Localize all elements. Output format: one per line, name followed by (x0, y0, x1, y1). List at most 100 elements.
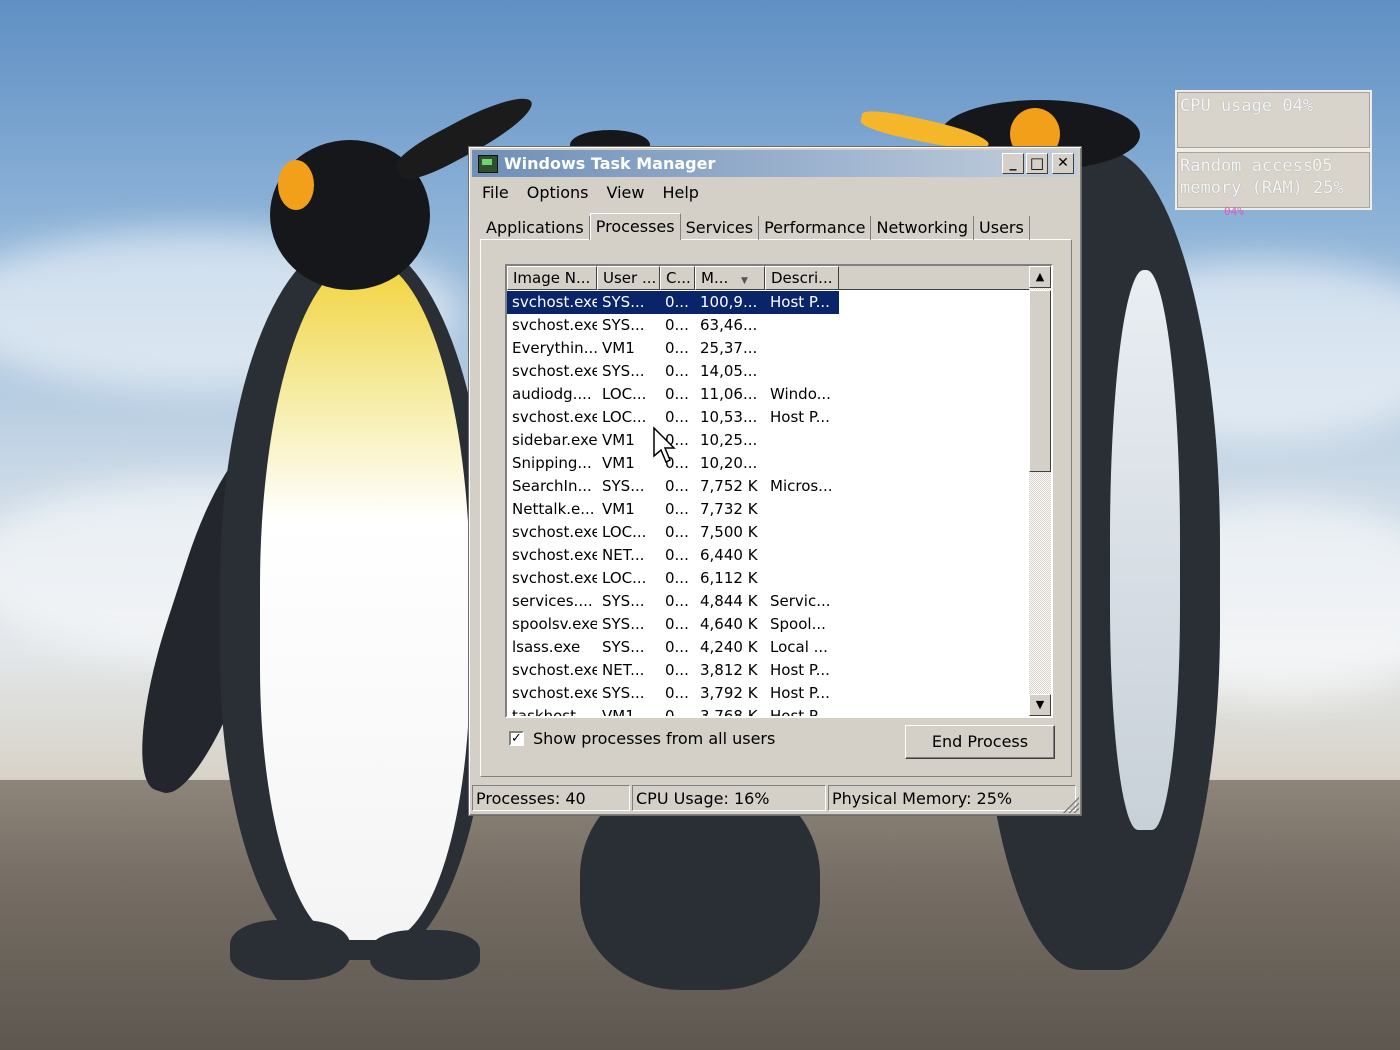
cell-cpu: 0... (665, 661, 689, 679)
cell-description (765, 521, 839, 544)
cell-image-name: svchost.exe (507, 291, 597, 314)
cell-memory: 10,25... (700, 431, 758, 449)
show-all-users-option[interactable]: ✓ Show processes from all users (509, 729, 775, 748)
cell-image-name: svchost.exe (512, 684, 597, 702)
cell-cpu: 0... (665, 707, 689, 718)
cell-image-name: spoolsv.exe (512, 615, 597, 633)
menu-help[interactable]: Help (653, 183, 707, 202)
show-all-users-checkbox[interactable]: ✓ (509, 731, 524, 746)
table-row[interactable]: SearchIn... SYS... 0... 7,752 K Micros... (507, 475, 1029, 498)
header-filler (839, 266, 1051, 290)
table-row[interactable]: Nettalk.e... VM1 0... 7,732 K (507, 498, 1029, 521)
tab-users[interactable]: Users (974, 216, 1030, 240)
cell-user-name: VM1 (602, 500, 635, 518)
tab-services[interactable]: Services (681, 216, 760, 240)
cell-description: Host P... (770, 684, 830, 702)
scroll-up-button[interactable]: ▲ (1029, 266, 1051, 288)
column-cpu[interactable]: C... (660, 266, 695, 290)
cell-image-name: svchost.exe (512, 362, 597, 380)
cell-description: Windo... (770, 385, 831, 403)
column-memory[interactable]: M... ▼ (695, 266, 765, 290)
penguin-left (116, 86, 540, 1000)
cell-cpu: 0... (665, 523, 689, 541)
vertical-scrollbar[interactable]: ▲ ▼ (1029, 266, 1051, 716)
scroll-thumb[interactable] (1029, 290, 1051, 472)
cpu-usage-label: CPU usage 04% (1180, 96, 1314, 116)
table-row[interactable]: lsass.exe SYS... 0... 4,240 K Local ... (507, 636, 1029, 659)
cell-memory: 10,20... (700, 454, 758, 472)
resize-grip-icon[interactable] (1063, 797, 1079, 813)
cell-memory: 100,9... (695, 291, 765, 314)
show-all-users-label[interactable]: Show processes from all users (533, 729, 775, 748)
minimize-button[interactable]: _ (1002, 153, 1024, 174)
cell-memory: 4,240 K (700, 638, 758, 656)
penguin-belly (1110, 270, 1180, 830)
cell-memory: 10,53... (700, 408, 758, 426)
cell-image-name: svchost.exe (512, 408, 597, 426)
cell-user-name: VM1 (602, 431, 635, 449)
cell-cpu: 0... (665, 615, 689, 633)
status-bar: Processes: 40 CPU Usage: 16% Physical Me… (472, 785, 1078, 813)
status-processes: Processes: 40 (472, 785, 630, 811)
table-row[interactable]: svchost.exe SYS... 0... 63,46... (507, 314, 1029, 337)
cell-memory: 63,46... (700, 316, 758, 334)
table-row[interactable]: svchost.exe NET... 0... 3,812 K Host P... (507, 659, 1029, 682)
table-row[interactable]: svchost.exe LOC... 0... 6,112 K (507, 567, 1029, 590)
table-row[interactable]: svchost.exe SYS... 0... 14,05... (507, 360, 1029, 383)
tab-performance[interactable]: Performance (759, 216, 872, 240)
table-row[interactable]: taskhost.... VM1 0... 3,768 K Host P... (507, 705, 1029, 718)
table-row[interactable]: svchost.exe SYS... 0... 3,792 K Host P... (507, 682, 1029, 705)
cell-user-name: SYS... (602, 638, 645, 656)
table-row[interactable]: audiodg.... LOC... 0... 11,06... Windo... (507, 383, 1029, 406)
cell-memory: 11,06... (700, 385, 758, 403)
tab-applications[interactable]: Applications (481, 216, 590, 240)
column-user-name[interactable]: User ... (597, 266, 660, 290)
menu-view[interactable]: View (598, 183, 654, 202)
cell-cpu: 0... (665, 385, 689, 403)
menu-file[interactable]: File (473, 183, 518, 202)
column-image-name[interactable]: Image N... (507, 266, 597, 290)
cell-image-name: Snipping... (512, 454, 592, 472)
cell-user-name: SYS... (602, 316, 645, 334)
cell-image-name: services.... (512, 592, 593, 610)
penguin-ear-patch (278, 160, 314, 210)
cell-description (765, 498, 839, 521)
table-row[interactable]: Everythin... VM1 0... 25,37... (507, 337, 1029, 360)
close-button[interactable]: ✕ (1052, 153, 1074, 174)
cell-cpu: 0... (665, 592, 689, 610)
column-description[interactable]: Descri... (765, 266, 839, 290)
cell-user-name: VM1 (602, 707, 635, 718)
title-bar[interactable]: Windows Task Manager _ □ ✕ (472, 150, 1078, 177)
process-list-header: Image N... User ... C... M... ▼ Descri..… (507, 266, 1051, 290)
menu-options[interactable]: Options (518, 183, 598, 202)
table-row[interactable]: svchost.exe NET... 0... 6,440 K (507, 544, 1029, 567)
cell-description: Micros... (770, 477, 833, 495)
window-title: Windows Task Manager (504, 154, 716, 173)
cell-cpu: 0... (665, 500, 689, 518)
cell-image-name: SearchIn... (512, 477, 592, 495)
table-row[interactable]: sidebar.exe VM1 0... 10,25... (507, 429, 1029, 452)
cell-user-name: SYS... (602, 684, 645, 702)
cell-memory: 7,752 K (700, 477, 758, 495)
cell-cpu: 0... (665, 638, 689, 656)
table-row[interactable]: svchost.exe LOC... 0... 10,53... Host P... (507, 406, 1029, 429)
cell-cpu: 0... (665, 316, 689, 334)
table-row[interactable]: svchost.exe LOC... 0... 7,500 K (507, 521, 1029, 544)
cell-memory: 3,812 K (700, 661, 758, 679)
table-row[interactable]: Snipping... VM1 0... 10,20... (507, 452, 1029, 475)
cell-cpu: 0... (665, 477, 689, 495)
mouse-pointer-icon (653, 426, 676, 464)
status-physical-memory: Physical Memory: 25% (828, 785, 1076, 811)
cell-user-name: LOC... (602, 523, 647, 541)
tab-networking[interactable]: Networking (871, 216, 975, 240)
table-row[interactable]: svchost.exe SYS... 0... 100,9... Host P... (507, 291, 1029, 314)
scroll-down-button[interactable]: ▼ (1029, 694, 1051, 716)
table-row[interactable]: services.... SYS... 0... 4,844 K Servic... (507, 590, 1029, 613)
tab-processes[interactable]: Processes (589, 213, 681, 240)
cell-user-name: SYS... (602, 615, 645, 633)
table-row[interactable]: spoolsv.exe SYS... 0... 4,640 K Spool... (507, 613, 1029, 636)
process-list[interactable]: Image N... User ... C... M... ▼ Descri..… (505, 264, 1053, 718)
maximize-button[interactable]: □ (1026, 153, 1048, 174)
end-process-button[interactable]: End Process (905, 725, 1055, 759)
cell-image-name: Everythin... (512, 339, 597, 357)
